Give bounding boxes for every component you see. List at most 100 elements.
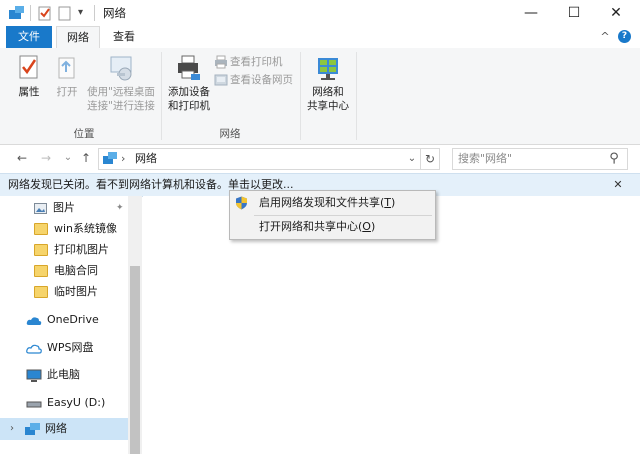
nav-item-computer-contract[interactable]: 电脑合同: [34, 261, 98, 281]
network-location-icon: [103, 152, 117, 164]
nav-item-pictures[interactable]: 图片 ✦: [34, 198, 130, 218]
pictures-icon: [34, 202, 47, 214]
address-separator[interactable]: ›: [121, 149, 125, 169]
open-icon: [58, 57, 75, 79]
help-icon[interactable]: ?: [618, 30, 631, 43]
nav-item-label: 网络: [45, 422, 67, 435]
tab-network[interactable]: 网络: [56, 26, 100, 49]
folder-icon: [34, 265, 48, 277]
menu-item-label: 打开网络和共享中心(O): [259, 220, 376, 233]
remote-desktop-label-1: 使用"远程桌面: [87, 86, 155, 98]
maximize-button[interactable]: ☐: [555, 0, 593, 26]
view-printers-button[interactable]: 查看打印机: [214, 54, 298, 71]
infobar-close-button[interactable]: ✕: [610, 174, 626, 196]
address-path-network[interactable]: 网络: [135, 149, 157, 169]
nav-item-network[interactable]: › 网络: [0, 418, 128, 440]
folder-icon: [34, 223, 48, 235]
printer-small-icon: [215, 55, 227, 69]
onedrive-cloud-icon: [26, 316, 42, 325]
properties-qat-icon[interactable]: [38, 5, 52, 21]
new-folder-qat-icon[interactable]: [58, 5, 72, 21]
uac-shield-icon: [236, 196, 247, 210]
network-sharing-center-button[interactable]: 网络和 共享中心: [303, 54, 353, 120]
address-row: ← → ⌄ ↑ › 网络 ⌄ ↻ 搜索"网络" ⚲: [0, 145, 640, 171]
search-input[interactable]: 搜索"网络": [458, 149, 512, 169]
group-separator: [300, 52, 301, 140]
nav-item-label: OneDrive: [47, 313, 99, 326]
nav-item-label: win系统镜像: [54, 222, 118, 235]
customize-qat-button[interactable]: ▾: [78, 5, 88, 21]
nav-item-label: 临时图片: [54, 285, 98, 298]
nav-scrollbar[interactable]: [128, 196, 142, 454]
view-printers-label: 查看打印机: [230, 56, 283, 68]
nav-scrollbar-thumb[interactable]: [130, 266, 140, 454]
remote-desktop-icon: [110, 56, 132, 81]
this-pc-icon: [26, 369, 42, 382]
collapse-ribbon-button[interactable]: ^: [598, 29, 612, 45]
address-bar[interactable]: › 网络 ⌄ ↻: [98, 148, 440, 170]
wps-cloud-icon: [26, 344, 42, 354]
folder-icon: [34, 244, 48, 256]
view-device-webpage-button[interactable]: 查看设备网页: [214, 72, 304, 89]
window-title: 网络: [103, 6, 126, 20]
network-folder-icon: [9, 6, 24, 19]
nav-item-label: WPS网盘: [47, 341, 94, 354]
title-bar: ▾ 网络 — ☐ ✕: [0, 0, 640, 26]
network-sharing-center-icon: [318, 58, 338, 80]
nav-item-label: EasyU (D:): [47, 396, 106, 409]
nav-item-this-pc[interactable]: 此电脑: [26, 365, 80, 385]
properties-icon: [19, 55, 38, 79]
expand-chevron-icon[interactable]: ›: [10, 418, 14, 440]
nav-item-label: 电脑合同: [54, 264, 98, 277]
nav-item-win-image[interactable]: win系统镜像: [34, 219, 117, 239]
remote-desktop-label-2: 连接"进行连接: [87, 100, 155, 112]
recent-locations-button[interactable]: ⌄: [60, 149, 76, 167]
nav-item-wps-drive[interactable]: WPS网盘: [26, 338, 94, 358]
add-devices-label-1: 添加设备: [168, 86, 210, 98]
up-button[interactable]: ↑: [78, 149, 94, 167]
ribbon: 属性 打开 使用"远程桌面 连接"进行连接 位置 添加设备 和打印机 查看打印机…: [0, 48, 640, 145]
network-sharing-center-label-2: 共享中心: [307, 100, 349, 112]
minimize-button[interactable]: —: [512, 0, 550, 26]
remote-desktop-button[interactable]: 使用"远程桌面 连接"进行连接: [84, 54, 158, 120]
drive-icon: [26, 401, 42, 407]
network-icon: [25, 423, 40, 435]
add-devices-button[interactable]: 添加设备 和打印机: [164, 54, 214, 120]
folder-icon: [34, 286, 48, 298]
open-button[interactable]: 打开: [50, 54, 84, 106]
ribbon-tab-row: 文件 网络 查看 ^ ?: [0, 26, 640, 49]
forward-button[interactable]: →: [38, 149, 54, 167]
enable-network-discovery-menu-item[interactable]: 启用网络发现和文件共享(T): [230, 192, 435, 214]
refresh-button[interactable]: ↻: [420, 149, 439, 169]
search-box[interactable]: 搜索"网络" ⚲: [452, 148, 628, 170]
address-dropdown-button[interactable]: ⌄: [405, 149, 419, 169]
add-devices-label-2: 和打印机: [168, 100, 210, 112]
pin-icon[interactable]: ✦: [116, 198, 124, 218]
nav-item-drive-d[interactable]: EasyU (D:): [26, 393, 105, 413]
location-group-label: 位置: [73, 128, 95, 140]
network-group-label: 网络: [219, 128, 241, 140]
navigation-pane: 图片 ✦ win系统镜像 打印机图片 电脑合同 临时图片 OneDrive WP…: [0, 196, 142, 454]
group-separator: [356, 52, 357, 140]
menu-item-label: 启用网络发现和文件共享(T): [259, 196, 396, 209]
tab-view[interactable]: 查看: [104, 26, 144, 48]
view-device-webpage-label: 查看设备网页: [230, 74, 293, 86]
title-separator: [30, 5, 31, 21]
close-button[interactable]: ✕: [597, 0, 635, 26]
search-icon[interactable]: ⚲: [605, 149, 623, 169]
tab-file[interactable]: 文件: [6, 26, 52, 48]
nav-item-onedrive[interactable]: OneDrive: [26, 310, 99, 330]
back-button[interactable]: ←: [14, 149, 30, 167]
properties-button[interactable]: 属性: [8, 54, 50, 106]
infobar-context-menu: 启用网络发现和文件共享(T) 打开网络和共享中心(O): [229, 190, 436, 240]
nav-item-printer-pictures[interactable]: 打印机图片: [34, 240, 109, 260]
network-sharing-center-label-1: 网络和: [312, 86, 344, 98]
device-webpage-icon: [214, 74, 228, 86]
nav-item-label: 此电脑: [47, 368, 80, 381]
nav-item-label: 图片: [53, 201, 75, 214]
title-separator: [94, 5, 95, 21]
printer-icon: [178, 55, 200, 80]
nav-item-label: 打印机图片: [54, 243, 109, 256]
nav-item-temp-pictures[interactable]: 临时图片: [34, 282, 98, 302]
open-network-sharing-center-menu-item[interactable]: 打开网络和共享中心(O): [230, 216, 435, 238]
